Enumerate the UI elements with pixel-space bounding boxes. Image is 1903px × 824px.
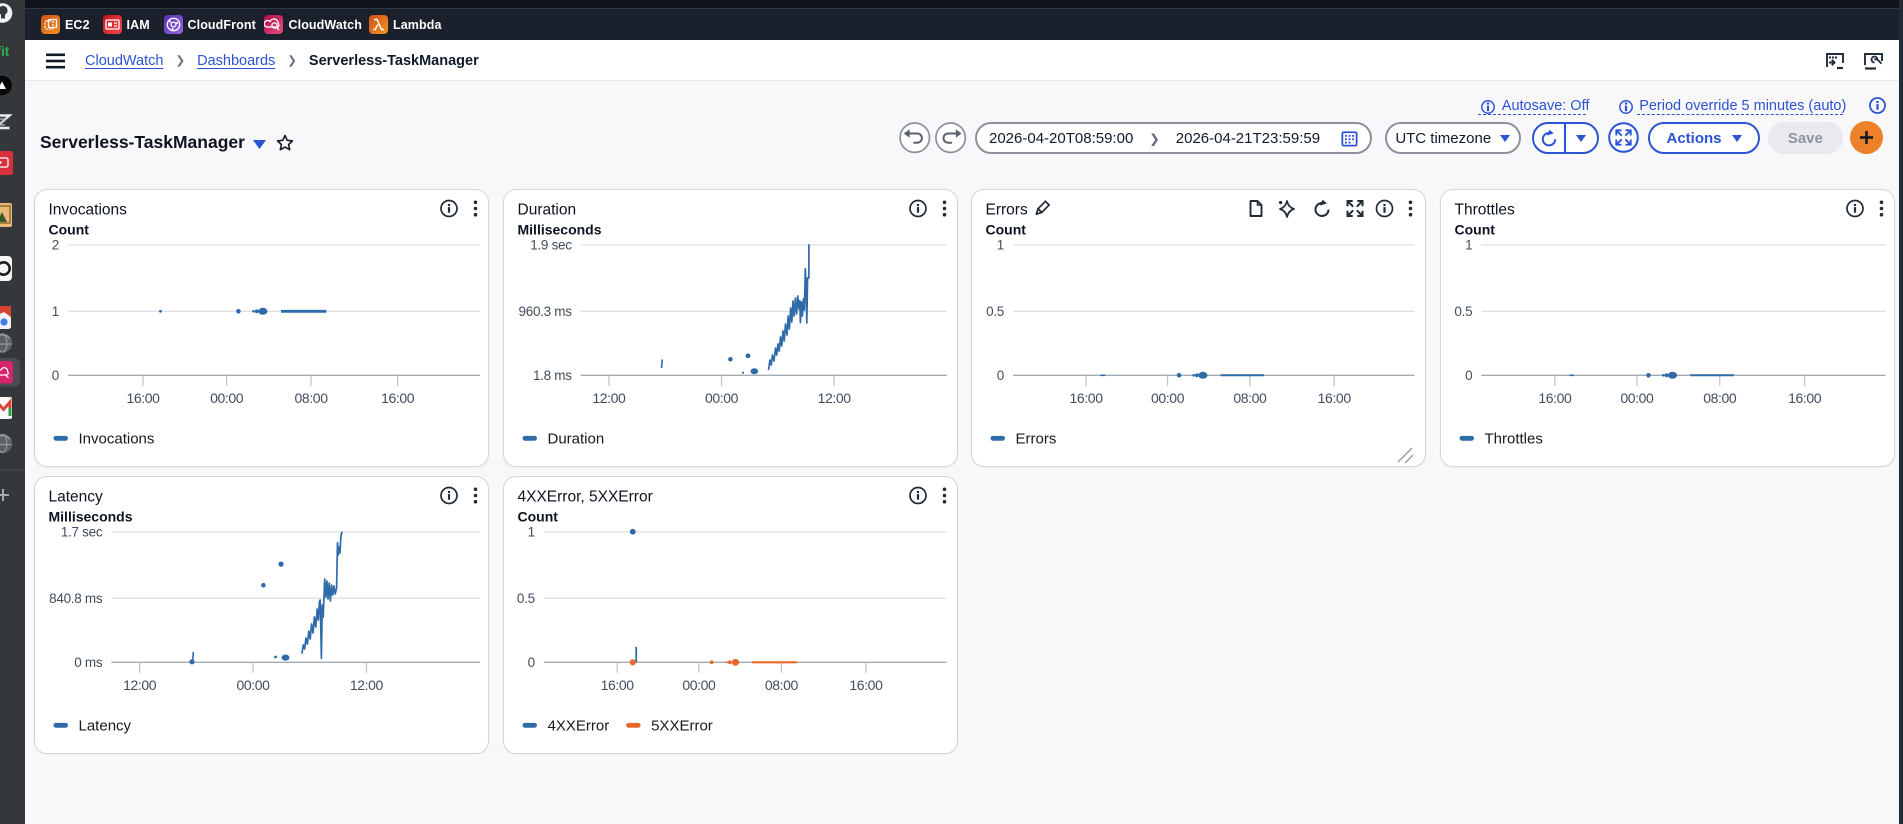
svg-text:16:00: 16:00: [126, 389, 160, 405]
svg-text:960.3 ms: 960.3 ms: [518, 304, 572, 319]
svg-text:4XXError, 5XXError: 4XXError, 5XXError: [517, 489, 652, 506]
svg-text:Throttles: Throttles: [1454, 201, 1515, 218]
svg-text:0: 0: [527, 655, 534, 670]
svg-text:Duration: Duration: [517, 201, 576, 218]
svg-text:12:00: 12:00: [592, 389, 626, 405]
svg-text:1: 1: [997, 237, 1004, 252]
svg-text:0: 0: [52, 368, 59, 383]
svg-text:12:00: 12:00: [123, 677, 157, 693]
svg-text:Count: Count: [517, 509, 558, 525]
svg-text:1: 1: [527, 525, 534, 540]
svg-text:00:00: 00:00: [1620, 389, 1654, 405]
svg-text:08:00: 08:00: [295, 389, 329, 405]
svg-text:1: 1: [1465, 237, 1472, 252]
svg-text:16:00: 16:00: [600, 677, 634, 693]
svg-text:00:00: 00:00: [704, 389, 738, 405]
svg-text:00:00: 00:00: [237, 677, 271, 693]
svg-text:00:00: 00:00: [210, 389, 244, 405]
svg-text:Milliseconds: Milliseconds: [517, 221, 601, 237]
svg-text:Milliseconds: Milliseconds: [49, 509, 133, 525]
svg-text:1: 1: [52, 304, 59, 319]
svg-text:0.5: 0.5: [516, 591, 534, 606]
svg-text:Count: Count: [986, 221, 1027, 237]
svg-text:Count: Count: [49, 221, 90, 237]
svg-text:840.8 ms: 840.8 ms: [49, 591, 103, 606]
svg-text:00:00: 00:00: [682, 677, 716, 693]
svg-text:Invocations: Invocations: [79, 430, 155, 447]
svg-text:Latency: Latency: [49, 489, 104, 506]
svg-text:16:00: 16:00: [1318, 389, 1352, 405]
svg-text:16:00: 16:00: [381, 389, 415, 405]
svg-text:16:00: 16:00: [849, 677, 883, 693]
svg-text:4XXError: 4XXError: [547, 718, 609, 735]
svg-text:12:00: 12:00: [817, 389, 851, 405]
svg-text:Errors: Errors: [986, 201, 1028, 218]
svg-text:08:00: 08:00: [1703, 389, 1737, 405]
svg-text:08:00: 08:00: [1233, 389, 1267, 405]
svg-text:Latency: Latency: [79, 718, 132, 735]
svg-text:1.8 ms: 1.8 ms: [532, 368, 571, 383]
svg-text:0.5: 0.5: [1454, 304, 1472, 319]
svg-text:Throttles: Throttles: [1484, 430, 1542, 447]
svg-text:Duration: Duration: [547, 430, 604, 447]
svg-text:16:00: 16:00: [1070, 389, 1104, 405]
svg-text:00:00: 00:00: [1151, 389, 1185, 405]
svg-text:0: 0: [1465, 368, 1472, 383]
svg-text:16:00: 16:00: [1788, 389, 1822, 405]
svg-text:1.9 sec: 1.9 sec: [530, 237, 572, 252]
svg-text:0: 0: [997, 368, 1004, 383]
svg-text:12:00: 12:00: [350, 677, 384, 693]
svg-text:Invocations: Invocations: [49, 201, 128, 218]
svg-text:Errors: Errors: [1016, 430, 1057, 447]
svg-text:Count: Count: [1454, 221, 1495, 237]
svg-text:0.5: 0.5: [986, 304, 1004, 319]
svg-text:fit: fit: [0, 44, 10, 59]
svg-text:1.7 sec: 1.7 sec: [61, 525, 103, 540]
svg-text:5XXError: 5XXError: [651, 718, 713, 735]
svg-text:0 ms: 0 ms: [74, 655, 103, 670]
svg-text:08:00: 08:00: [764, 677, 798, 693]
svg-text:2: 2: [52, 237, 59, 252]
svg-text:16:00: 16:00: [1538, 389, 1572, 405]
